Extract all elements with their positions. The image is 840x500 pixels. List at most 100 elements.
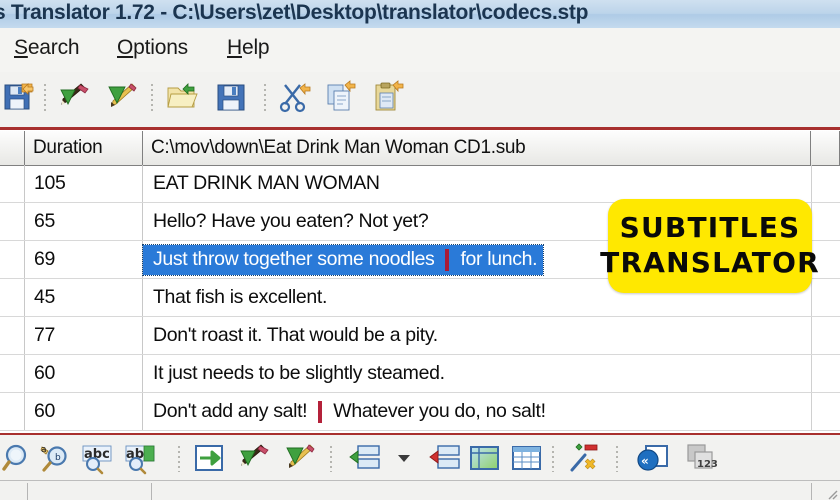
row-indicator [0, 165, 25, 202]
row-duration[interactable]: 105 [25, 165, 143, 202]
table-grid-icon[interactable] [510, 441, 544, 475]
row-text-value: That fish is excellent. [153, 286, 328, 308]
row-endcap [811, 355, 840, 392]
row-text[interactable]: Don't add any salt! Whatever you do, no … [143, 393, 811, 430]
subtitles-translator-window: s Translator 1.72 - C:\Users\zet\Desktop… [0, 0, 840, 500]
menu-item-search[interactable]: Search [14, 36, 80, 60]
menu-bar: Search Options Help [0, 28, 840, 73]
toolbar-separator [264, 84, 266, 112]
translate-circle-icon[interactable]: « [636, 441, 670, 475]
table-row[interactable]: 60 Don't add any salt! Whatever you do, … [0, 393, 840, 431]
save-as-icon[interactable] [2, 80, 36, 114]
row-duration[interactable]: 60 [25, 355, 143, 392]
row-indicator [0, 355, 25, 392]
toolbar-separator [616, 446, 618, 472]
row-indicator [0, 279, 25, 316]
row-indicator [0, 203, 25, 240]
numbering-123-icon[interactable]: 123 [684, 441, 718, 475]
line-separator-bar [318, 400, 323, 423]
save-floppy-icon[interactable] [214, 80, 248, 114]
table-row[interactable]: 77 Don't roast it. That would be a pity. [0, 317, 840, 355]
badge-line-1: SUBTITLES [619, 211, 801, 245]
edit-pencil-icon[interactable] [284, 441, 318, 475]
edit-both-pencils-icon[interactable] [58, 80, 92, 114]
toolbar-separator [552, 446, 554, 472]
resize-grip-icon[interactable] [824, 486, 838, 500]
grid-header-corner[interactable] [0, 131, 25, 165]
grid-header-subtitle-file-label: C:\mov\down\Eat Drink Man Woman CD1.sub [151, 137, 526, 158]
cut-scissors-icon[interactable] [278, 80, 312, 114]
toolbar-separator [151, 84, 153, 112]
toolbar-separator [330, 446, 332, 472]
row-indicator [0, 393, 25, 430]
row-endcap [811, 165, 840, 202]
grid-header-subtitle-file[interactable]: C:\mov\down\Eat Drink Man Woman CD1.sub [143, 131, 811, 165]
status-panel-1 [0, 483, 28, 500]
toolbar-separator [178, 446, 180, 472]
row-duration-value: 60 [34, 400, 55, 422]
edit-both-pencils-icon[interactable] [238, 441, 272, 475]
title-bar: s Translator 1.72 - C:\Users\zet\Desktop… [0, 0, 840, 29]
search-magnifier-icon[interactable] [2, 441, 36, 475]
status-panel-3 [152, 483, 812, 500]
spellcheck-abc-icon[interactable]: abc [80, 441, 114, 475]
table-gradient-icon[interactable] [468, 441, 502, 475]
row-duration-value: 105 [34, 172, 66, 194]
row-endcap [811, 279, 840, 316]
status-panel-2 [28, 483, 152, 500]
svg-text:b: b [55, 453, 61, 463]
merge-lines-icon[interactable] [348, 441, 382, 475]
svg-text:«: « [641, 454, 649, 468]
grid-header-row: Duration C:\mov\down\Eat Drink Man Woman… [0, 131, 840, 166]
row-text-value: It just needs to be slightly steamed. [153, 362, 445, 384]
table-row[interactable]: 60 It just needs to be slightly steamed. [0, 355, 840, 393]
menu-item-help[interactable]: Help [227, 36, 270, 60]
row-text-value-2: for lunch. [460, 248, 538, 270]
table-row[interactable]: 105 EAT DRINK MAN WOMAN [0, 165, 840, 203]
row-text-value: Don't add any salt! [153, 400, 308, 422]
row-text-value: Just throw together some noodles [153, 248, 435, 270]
svg-text:a: a [41, 445, 47, 455]
badge-line-2: TRANSLATOR [600, 246, 820, 279]
row-text-value: Hello? Have you eaten? Not yet? [153, 210, 429, 232]
magic-wand-icon[interactable] [568, 441, 602, 475]
insert-line-icon[interactable] [192, 441, 226, 475]
paste-icon[interactable] [372, 80, 406, 114]
row-duration[interactable]: 77 [25, 317, 143, 354]
split-lines-icon[interactable] [428, 441, 462, 475]
row-duration-value: 60 [34, 362, 55, 384]
row-endcap [811, 203, 840, 240]
row-endcap [811, 393, 840, 430]
edit-pencil-icon[interactable] [106, 80, 140, 114]
grid-header-duration[interactable]: Duration [25, 131, 143, 165]
search-replace-icon[interactable]: a b [38, 441, 72, 475]
row-indicator [0, 317, 25, 354]
row-duration-value: 65 [34, 210, 55, 232]
grid-header-duration-label: Duration [33, 137, 103, 158]
row-text[interactable]: EAT DRINK MAN WOMAN [143, 165, 811, 202]
row-duration[interactable]: 45 [25, 279, 143, 316]
row-duration[interactable]: 69 [25, 241, 143, 278]
row-text-value-2: Whatever you do, no salt! [333, 400, 546, 422]
row-duration[interactable]: 60 [25, 393, 143, 430]
window-title: s Translator 1.72 - C:\Users\zet\Desktop… [0, 1, 589, 24]
subtitles-translator-badge: SUBTITLES TRANSLATOR [600, 199, 819, 293]
row-text-value: EAT DRINK MAN WOMAN [153, 172, 380, 194]
chevron-down-icon[interactable] [398, 455, 410, 462]
row-text-value: Don't roast it. That would be a pity. [153, 324, 438, 346]
copy-icon[interactable] [325, 80, 359, 114]
row-text[interactable]: Don't roast it. That would be a pity. [143, 317, 811, 354]
row-duration-value: 69 [34, 248, 55, 270]
grid-header-endcap[interactable] [811, 131, 840, 165]
open-folder-icon[interactable] [165, 80, 199, 114]
status-bar [0, 480, 840, 500]
spellcheck-abc-green-icon[interactable]: ab [123, 441, 157, 475]
row-indicator [0, 241, 25, 278]
svg-text:123: 123 [697, 459, 718, 470]
row-duration[interactable]: 65 [25, 203, 143, 240]
row-duration-value: 45 [34, 286, 55, 308]
row-text[interactable]: It just needs to be slightly steamed. [143, 355, 811, 392]
toolbar-separator [44, 84, 46, 112]
row-duration-value: 77 [34, 324, 55, 346]
menu-item-options[interactable]: Options [117, 36, 188, 60]
